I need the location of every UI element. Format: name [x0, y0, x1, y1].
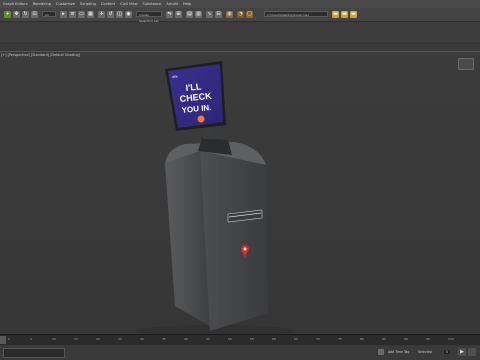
curve-editor-icon[interactable]: ∿: [206, 11, 213, 18]
menu-bar: Graph Editors Rendering Customize Script…: [0, 0, 480, 8]
menu-help[interactable]: Help: [183, 2, 191, 6]
layer-explorer-icon[interactable]: ▤: [186, 11, 193, 18]
selection-filter-dropdown[interactable]: All: [42, 11, 56, 17]
move-icon[interactable]: ✥: [13, 11, 20, 18]
timeline-tick: 90: [404, 337, 408, 341]
play-icon[interactable]: ▶: [458, 348, 466, 356]
link-icon[interactable]: +: [4, 11, 11, 18]
timeline-tick: 10: [52, 337, 56, 341]
placement-icon[interactable]: ◉: [125, 11, 132, 18]
maxscript-listener-field[interactable]: [3, 348, 65, 358]
screen-brand: offla: [172, 74, 178, 79]
main-toolbar: + ✥ ↻ ⊡ All ▸ ≡ ▭ ▦ ✛ ↺ ◫ ◉ Create Selec…: [0, 8, 480, 23]
mirror-icon[interactable]: ⇋: [166, 11, 173, 18]
menu-civil-view[interactable]: Civil View: [120, 2, 137, 6]
schematic-view-icon[interactable]: ⊟: [215, 11, 222, 18]
timeline-tick: 50: [228, 337, 232, 341]
select-scale-icon[interactable]: ◫: [116, 11, 123, 18]
material-editor-icon[interactable]: ◍: [226, 11, 233, 18]
menu-scripting[interactable]: Scripting: [80, 2, 96, 6]
rotate-icon[interactable]: ↻: [22, 11, 29, 18]
scene-explorer-icon[interactable]: ▥: [195, 11, 202, 18]
menu-content[interactable]: Content: [101, 2, 115, 6]
timeline-tick: 95: [426, 337, 430, 341]
timeline-tick: 60: [272, 337, 276, 341]
select-move-icon[interactable]: ✛: [98, 11, 105, 18]
select-rotate-icon[interactable]: ↺: [107, 11, 114, 18]
ribbon-area: [0, 22, 480, 44]
status-bar: Add Time Tag Selected 0 ▶: [0, 344, 480, 360]
timeline-tick: 35: [162, 337, 166, 341]
add-time-tag-button[interactable]: Add Time Tag: [388, 350, 409, 354]
folder-open-icon[interactable]: ▬: [332, 11, 339, 18]
menu-arnold[interactable]: Arnold: [166, 2, 178, 6]
timeline-tick: 25: [118, 337, 122, 341]
folder-icon[interactable]: ▬: [341, 11, 348, 18]
viewcube-icon[interactable]: [458, 58, 474, 70]
timeline-tick: 80: [360, 337, 364, 341]
selection-set-dropdown[interactable]: Create Selection Set: [136, 11, 162, 23]
timeline-tick: 15: [74, 337, 78, 341]
timeline-tick: 85: [382, 337, 386, 341]
timeline-tick: 40: [184, 337, 188, 341]
timeline-tick: 75: [338, 337, 342, 341]
kiosk-front-panel: [200, 151, 268, 331]
workspace-path-field[interactable]: C:\Users\Desktop\kiosk.max: [264, 11, 328, 17]
selected-dropdown[interactable]: Selected: [418, 350, 432, 354]
timeline-tick: 100: [448, 337, 454, 341]
timeline-tick: 70: [316, 337, 320, 341]
render-setup-icon[interactable]: ◔: [237, 11, 244, 18]
kiosk-model[interactable]: offla I'LL CHECK YOU IN.: [0, 52, 480, 335]
scale-icon[interactable]: ⊡: [31, 11, 38, 18]
timeline-tick: 5: [30, 337, 32, 341]
menu-graph-editors[interactable]: Graph Editors: [3, 2, 28, 6]
align-icon[interactable]: ⊞: [175, 11, 182, 18]
lock-icon[interactable]: [378, 349, 384, 355]
select-object-icon[interactable]: ▸: [60, 11, 67, 18]
time-slider-handle[interactable]: [0, 336, 6, 344]
key-mode-icon[interactable]: [468, 348, 476, 356]
perspective-viewport[interactable]: [+] [Perspective] [Standard] [Default Sh…: [0, 51, 480, 335]
menu-substance[interactable]: Substance: [143, 2, 162, 6]
frame-field[interactable]: 0: [444, 350, 451, 354]
timeline-tick: 65: [294, 337, 298, 341]
window-crossing-icon[interactable]: ▦: [87, 11, 94, 18]
rect-selection-icon[interactable]: ▭: [78, 11, 85, 18]
timeline-tick: 20: [96, 337, 100, 341]
scene-divider: [0, 44, 480, 51]
menu-rendering[interactable]: Rendering: [33, 2, 51, 6]
timeline-tick: 55: [250, 337, 254, 341]
screen-logo-icon: [197, 115, 205, 123]
menu-customize[interactable]: Customize: [56, 2, 75, 6]
project-folder-icon[interactable]: ▬: [350, 11, 357, 18]
select-by-name-icon[interactable]: ≡: [69, 11, 76, 18]
timeline-tick: 0: [8, 337, 10, 341]
timeline-tick: 45: [206, 337, 210, 341]
render-frame-icon[interactable]: ▢: [246, 11, 253, 18]
timeline-tick: 30: [140, 337, 144, 341]
